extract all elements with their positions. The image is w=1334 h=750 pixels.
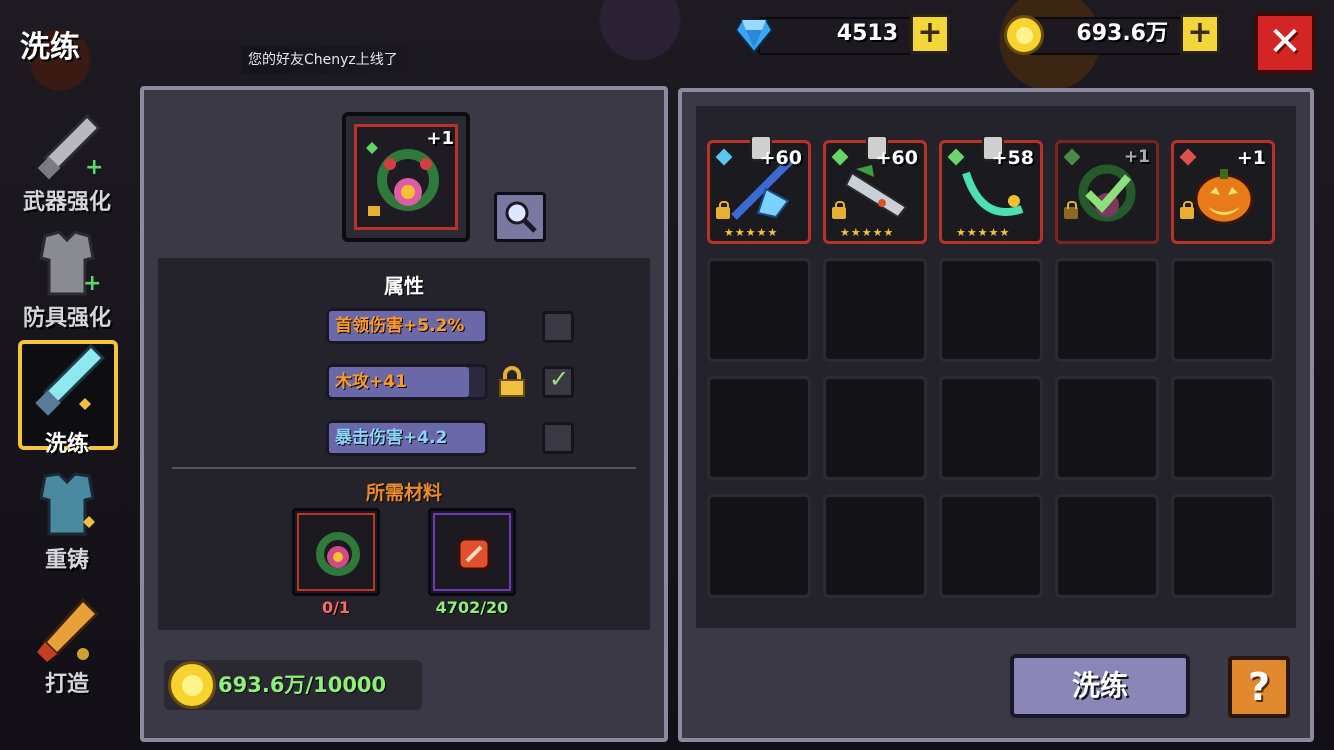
inventory-slot-empty[interactable] <box>939 494 1043 598</box>
attribute-text: 木攻+41 <box>335 372 407 392</box>
forge-rocket-icon <box>37 597 100 662</box>
refine-button[interactable]: 洗练 <box>1010 654 1190 718</box>
item-level: +60 <box>875 147 918 169</box>
flower-wreath-material-icon <box>316 532 360 576</box>
sidebar-item-label: 防具强化 <box>22 306 111 331</box>
item-level: +1 <box>1123 147 1150 167</box>
inventory-slot-empty[interactable] <box>1171 258 1275 362</box>
attributes-title: 属性 <box>384 274 424 298</box>
svg-text:+: + <box>83 271 101 296</box>
inventory-slot-empty[interactable] <box>1171 494 1275 598</box>
add-gold-button[interactable]: + <box>1180 14 1220 54</box>
inventory-slot-empty[interactable] <box>823 494 927 598</box>
sidebar-item-label: 洗练 <box>44 432 89 457</box>
padlock-icon <box>1064 201 1078 219</box>
inspect-button[interactable] <box>494 192 546 242</box>
attribute-text: 暴击伤害+4.2 <box>335 428 448 448</box>
gold-cost-box: 693.6万/10000 <box>164 660 422 710</box>
sidebar-item-armor-upgrade[interactable]: + 防具强化 <box>12 228 122 331</box>
item-level: +60 <box>759 147 802 169</box>
gold-coin-icon <box>168 661 216 709</box>
padlock-icon <box>1180 201 1194 219</box>
star-rating: ★★★★★ <box>956 226 1011 239</box>
selected-item-slot[interactable]: +1 <box>342 112 470 242</box>
item-level: +1 <box>426 128 454 149</box>
svg-text:+: + <box>85 155 103 180</box>
armor-recast-icon <box>39 472 95 536</box>
sidebar-item-label: 重铸 <box>44 548 89 573</box>
inventory-slot-empty[interactable] <box>1171 376 1275 480</box>
add-gems-button[interactable]: + <box>910 14 950 54</box>
diamond-icon <box>734 19 774 54</box>
item-level: +58 <box>991 147 1034 169</box>
gold-coin-icon <box>1004 15 1044 55</box>
page-title: 洗练 <box>20 30 80 65</box>
gold-cost: 693.6万/10000 <box>218 673 387 697</box>
material-count: 4702/20 <box>435 598 509 617</box>
check-icon: ✓ <box>549 365 570 393</box>
help-button[interactable]: ? <box>1228 656 1290 718</box>
lock-checkbox-2[interactable]: ✓ <box>542 365 574 398</box>
materials-title: 所需材料 <box>365 482 442 504</box>
armor-upgrade-icon: + <box>39 230 101 296</box>
padlock-icon <box>716 201 730 219</box>
attribute-row-1: 首领伤害+5.2% <box>326 308 488 344</box>
inventory-slot[interactable]: +60 ★★★★★ <box>707 135 811 244</box>
sidebar-item-recast[interactable]: 重铸 <box>12 472 122 573</box>
material-count: 0/1 <box>321 598 351 617</box>
star-rating: ★★★★★ <box>724 226 779 239</box>
gold-count: 693.6万 <box>1076 21 1168 46</box>
inventory-slot-empty[interactable] <box>823 258 927 362</box>
red-gem-material-icon <box>457 537 491 571</box>
sidebar-item-weapon-upgrade[interactable]: + 武器强化 <box>12 112 122 215</box>
material-slot-wreath[interactable] <box>292 508 380 596</box>
inventory-slot-empty[interactable] <box>939 258 1043 362</box>
attribute-row-2: 木攻+41 <box>326 364 488 400</box>
gem-count: 4513 <box>836 21 898 46</box>
inventory-slot-empty[interactable] <box>823 376 927 480</box>
inventory-slot-empty[interactable] <box>707 376 811 480</box>
inventory-slot-empty[interactable] <box>939 376 1043 480</box>
inventory-slot-empty[interactable] <box>707 494 811 598</box>
material-slot-gem[interactable] <box>428 508 516 596</box>
gem-currency: 4513 + <box>734 14 950 55</box>
sidebar-item-forge[interactable]: 打造 <box>12 596 122 697</box>
inventory-slot[interactable]: +1 <box>1171 140 1275 244</box>
inventory-slot-empty[interactable] <box>1055 376 1159 480</box>
sidebar-item-label: 打造 <box>44 672 89 697</box>
inventory-slot-empty[interactable] <box>707 258 811 362</box>
inventory-slot-selected[interactable]: +1 <box>1055 140 1159 244</box>
ice-sword-refine-icon <box>35 343 106 416</box>
lock-checkbox-3[interactable] <box>542 422 574 454</box>
lock-checkbox-1[interactable] <box>542 311 574 343</box>
padlock-icon <box>499 366 525 397</box>
inventory-slot-empty[interactable] <box>1055 494 1159 598</box>
padlock-icon <box>832 201 846 219</box>
star-rating: ★★★★★ <box>840 226 895 239</box>
gold-currency: 693.6万 + <box>1004 14 1220 55</box>
close-button[interactable]: ✕ <box>1254 12 1316 74</box>
sword-upgrade-icon: + <box>37 113 103 180</box>
magnifier-icon <box>505 201 537 233</box>
divider <box>172 467 636 469</box>
item-level: +1 <box>1236 147 1266 169</box>
attribute-row-3: 暴击伤害+4.2 <box>326 420 488 456</box>
friend-online-toast: 您的好友Chenyz上线了 <box>242 46 508 74</box>
sidebar-item-refine[interactable]: 洗练 <box>12 343 122 457</box>
inventory-slot-empty[interactable] <box>1055 258 1159 362</box>
attribute-text: 首领伤害+5.2% <box>335 316 465 336</box>
sidebar-item-label: 武器强化 <box>22 190 111 215</box>
inventory-slot[interactable]: +60 ★★★★★ <box>823 135 927 244</box>
inventory-slot[interactable]: +58 ★★★★★ <box>939 135 1043 244</box>
